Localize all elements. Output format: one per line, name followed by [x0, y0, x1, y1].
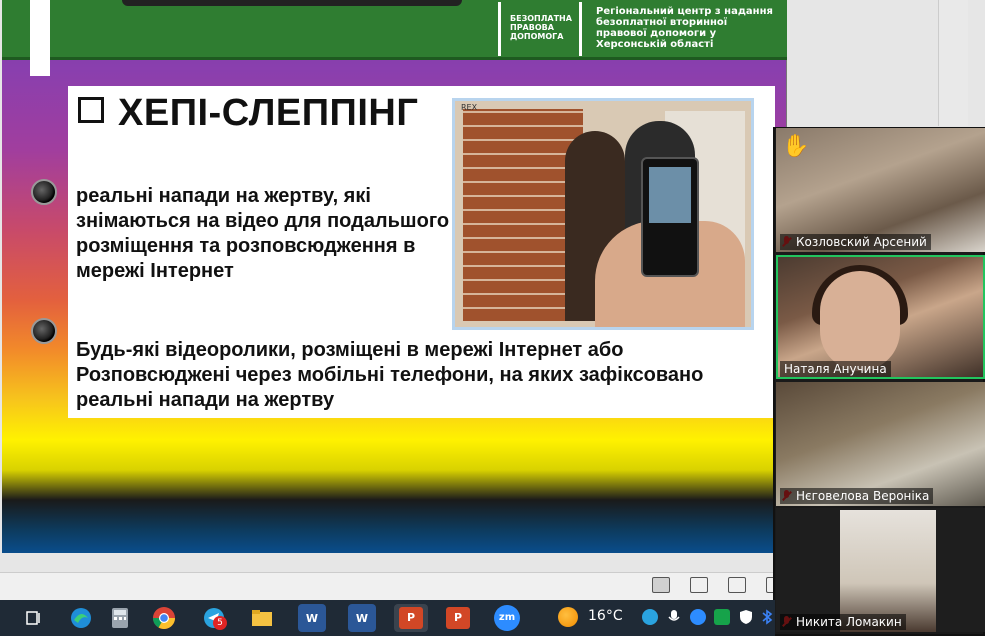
zoom-icon[interactable]: zm: [493, 604, 521, 632]
word-icon[interactable]: W: [348, 604, 376, 632]
participant-tile[interactable]: Никита Ломакин: [776, 508, 985, 632]
photo-watermark: REX: [461, 103, 478, 112]
microphone-tray-icon[interactable]: [666, 609, 682, 625]
slide-title-text: ХЕПІ-СЛЕППІНГ: [118, 92, 419, 134]
shield-tray-icon[interactable]: [738, 609, 754, 625]
desktop: БЕЗОПЛАТНА ПРАВОВА ДОПОМОГА Регіональний…: [0, 0, 985, 636]
powerpoint-button[interactable]: P: [394, 604, 428, 632]
participant-tile-active-speaker[interactable]: Наталя Анучина: [776, 255, 985, 379]
participant-video: [820, 271, 900, 371]
logo-text: БЕЗОПЛАТНА ПРАВОВА ДОПОМОГА: [510, 14, 572, 41]
file-explorer-icon[interactable]: [248, 604, 276, 632]
binder-ring-icon: [31, 318, 57, 344]
notification-badge: 5: [213, 616, 227, 630]
weather-temperature[interactable]: 16°C: [588, 608, 623, 624]
word-icon[interactable]: W: [298, 604, 326, 632]
photo-phone-screen: [649, 167, 691, 223]
reading-view-icon[interactable]: [728, 577, 746, 593]
task-view-icon[interactable]: [20, 604, 48, 632]
raised-hand-icon: ✋: [782, 134, 810, 159]
edge-icon[interactable]: [67, 604, 95, 632]
binder-ring-icon: [31, 179, 57, 205]
participant-tile[interactable]: Нєговелова Вероніка: [776, 382, 985, 506]
participant-name: Нєговелова Вероніка: [780, 488, 934, 504]
word-icon-label: W: [355, 611, 369, 625]
normal-view-icon[interactable]: [652, 577, 670, 593]
powerpoint-icon: P: [399, 607, 423, 629]
participant-name: Козловский Арсений: [780, 234, 931, 250]
checkbox-bullet-icon: [78, 97, 104, 123]
powerpoint-icon[interactable]: P: [444, 604, 472, 632]
slide-paragraph-1: реальні напади на жертву, які знімаються…: [76, 185, 450, 282]
slide-sorter-icon[interactable]: [690, 577, 708, 593]
participant-name: Наталя Анучина: [780, 361, 891, 377]
header-decoration: [122, 0, 462, 6]
slide-title: ХЕПІ-СЛЕППІНГ: [78, 92, 418, 135]
zoom-tray-icon[interactable]: [690, 609, 706, 625]
vertical-scrollbar[interactable]: [938, 0, 968, 126]
powerpoint-icon-label: P: [446, 607, 470, 629]
weather-sun-icon[interactable]: [558, 607, 578, 627]
participant-name: Никита Ломакин: [780, 614, 906, 630]
calculator-icon[interactable]: [106, 604, 134, 632]
photo-phone: [641, 157, 699, 277]
word-icon-label: W: [305, 611, 319, 625]
zoom-icon-label: zm: [494, 605, 520, 631]
telegram-tray-icon[interactable]: [642, 609, 658, 625]
slide-decoration-strip: [30, 0, 50, 76]
slide-paragraph-2: Будь-які відеоролики, розміщені в мережі…: [76, 339, 704, 411]
organization-name: Регіональний центр з надання безоплатної…: [596, 6, 773, 50]
chrome-icon[interactable]: [150, 604, 178, 632]
bluetooth-tray-icon[interactable]: [760, 609, 776, 625]
slide-photo: REX: [452, 98, 754, 330]
app-tray-icon[interactable]: [714, 609, 730, 625]
